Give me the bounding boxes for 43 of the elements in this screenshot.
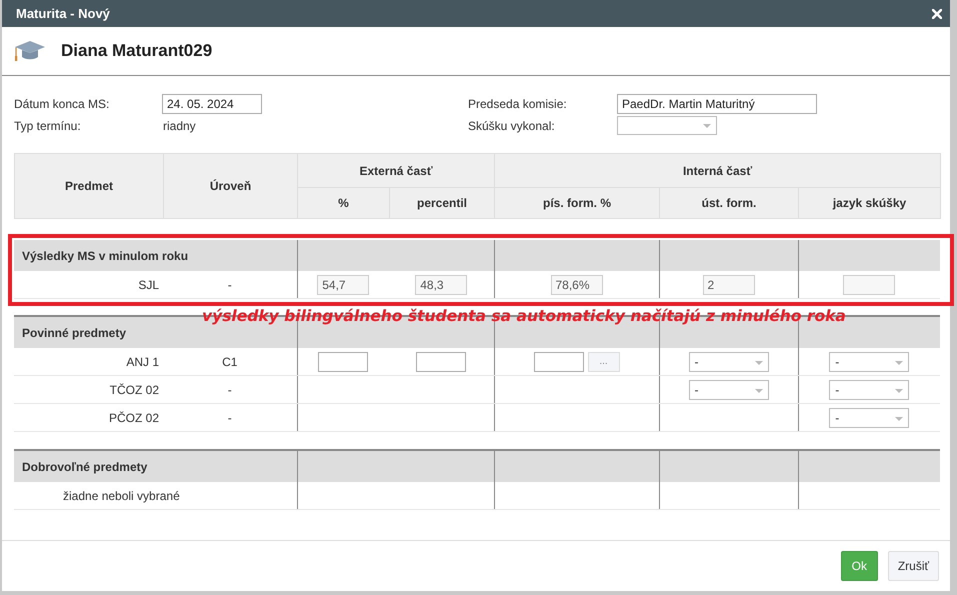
close-button[interactable] [932, 8, 942, 18]
subject-name: PČOZ 02 [108, 410, 159, 424]
input-field[interactable]: PaedDr. Martin Maturitný [617, 94, 817, 114]
field-label: Typ termínu: [14, 118, 82, 132]
subject-name: ANJ 1 [126, 354, 159, 368]
input-field[interactable] [318, 352, 368, 372]
level-value: - [228, 278, 232, 292]
subject-name: TČOZ 02 [110, 382, 159, 396]
dropdown[interactable]: - [829, 408, 910, 428]
graduation-cap-icon [13, 39, 47, 63]
field-label: Skúšku vykonal: [468, 118, 556, 132]
annotation-text: výsledky bilingválneho študenta sa automaticky načítajú z minulého roka [202, 306, 846, 326]
field-label: Predseda komisie: [468, 97, 568, 111]
column-header: % [298, 188, 390, 218]
column-group-header: Externá časť [298, 154, 494, 188]
field-value: riadny [162, 118, 196, 132]
window-title: Maturita - Nový [16, 6, 110, 21]
column-header: Úroveň [164, 154, 298, 218]
dropdown[interactable]: - [688, 352, 768, 372]
empty-note: žiadne neboli vybrané [63, 488, 180, 502]
subject-name: SJL [138, 278, 159, 292]
column-header: percentil [390, 188, 494, 218]
field-label: Dátum konca MS: [14, 97, 110, 111]
column-header: úst. form. [660, 188, 798, 218]
cancel-button[interactable]: Zrušiť [888, 551, 939, 581]
dropdown[interactable]: - [688, 380, 768, 400]
column-header: jazyk skúšky [798, 188, 941, 218]
input-field[interactable] [534, 352, 584, 372]
dropdown[interactable]: - [829, 352, 910, 372]
student-name: Diana Maturant029 [61, 41, 212, 61]
column-header: Predmet [14, 154, 164, 218]
input-field[interactable] [416, 352, 466, 372]
dropdown[interactable]: - [829, 380, 910, 400]
level-value: C1 [222, 354, 238, 368]
section-title: Výsledky MS v minulom roku [22, 248, 188, 262]
column-group-header: Interná časť [494, 154, 941, 188]
section-title: Dobrovoľné predmety [22, 460, 148, 474]
input-field[interactable]: 24. 05. 2024 [162, 94, 262, 114]
level-value: - [228, 382, 232, 396]
dropdown[interactable] [617, 116, 717, 135]
level-value: - [228, 410, 232, 424]
column-header: pís. form. % [494, 188, 660, 218]
section-title: Povinné predmety [22, 326, 126, 340]
